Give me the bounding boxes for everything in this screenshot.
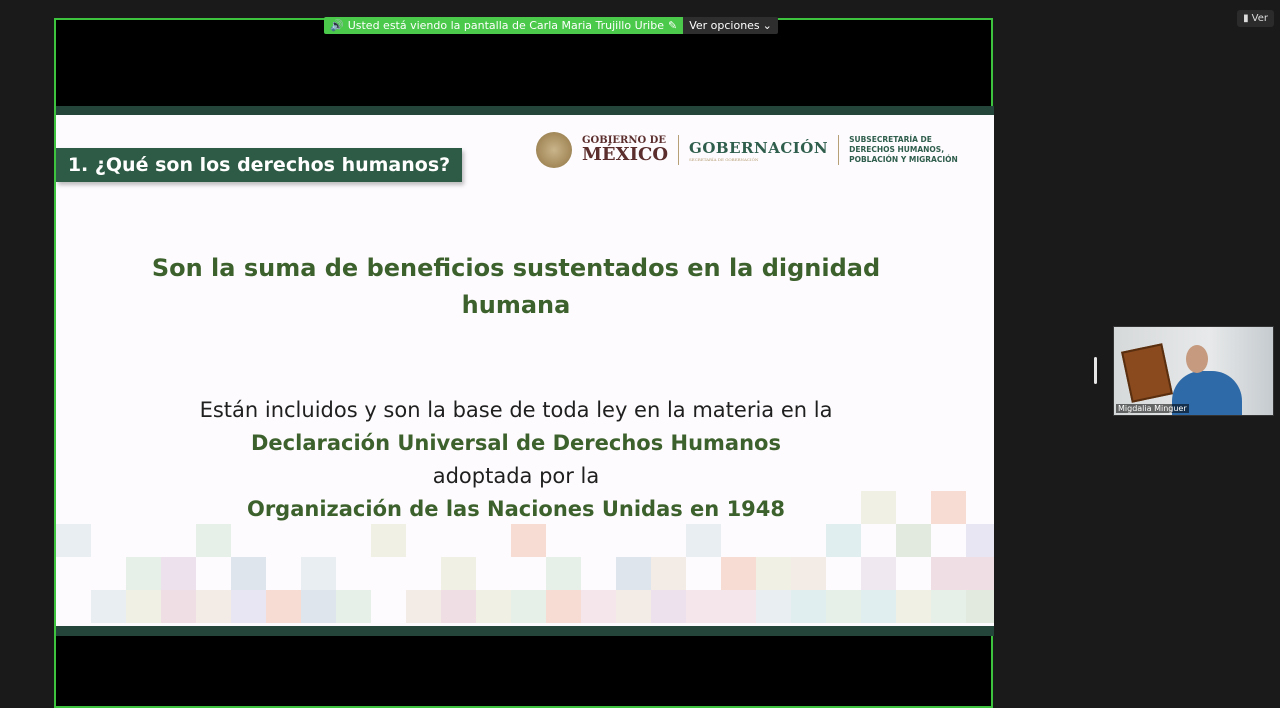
speaker-icon: 🔊 <box>330 19 344 32</box>
view-options-button[interactable]: Ver opciones ⌄ <box>683 17 778 34</box>
decorative-tile <box>126 590 161 623</box>
decorative-tile <box>56 524 91 557</box>
decorative-tile <box>721 590 756 623</box>
decorative-tile <box>616 557 651 590</box>
participant-name: Migdalia Minguer <box>1116 404 1189 413</box>
national-seal-icon <box>536 132 572 168</box>
decorative-tile <box>651 557 686 590</box>
decorative-tile <box>931 491 966 524</box>
subsec-line1: SUBSECRETARÍA DE <box>849 135 932 145</box>
decorative-tile <box>441 590 476 623</box>
view-button-label: Ver <box>1251 13 1268 24</box>
government-logos: GOBIERNO DE MÉXICO GOBERNACIÓN SECRETARÍ… <box>536 130 958 170</box>
decorative-tile <box>721 557 756 590</box>
share-notice: 🔊 Usted está viendo la pantalla de Carla… <box>324 17 684 34</box>
decorative-tile <box>791 590 826 623</box>
pin-icon: ✎ <box>667 19 678 32</box>
decorative-tile <box>406 590 441 623</box>
subsec-line3: POBLACIÓN Y MIGRACIÓN <box>849 154 958 164</box>
section-title: 1. ¿Qué son los derechos humanos? <box>56 148 462 182</box>
decorative-tile <box>861 557 896 590</box>
decorative-tile <box>441 557 476 590</box>
slide-headline: Son la suma de beneficios sustentados en… <box>116 250 916 324</box>
gob-line2: MÉXICO <box>582 144 669 165</box>
gobernacion-text: GOBERNACIÓN <box>689 138 829 157</box>
decorative-tile <box>791 557 826 590</box>
gobierno-de-mexico-logo: GOBIERNO DE MÉXICO <box>582 136 668 164</box>
decorative-tile <box>966 590 994 623</box>
view-layout-icon: ▮ <box>1243 13 1249 24</box>
decorative-tile <box>231 557 266 590</box>
gobernacion-logo: GOBERNACIÓN SECRETARÍA DE GOBERNACIÓN <box>689 139 828 162</box>
share-notice-text: Usted está viendo la pantalla de Carla M… <box>347 19 664 32</box>
gobernacion-sub: SECRETARÍA DE GOBERNACIÓN <box>689 156 759 162</box>
decorative-tile <box>896 590 931 623</box>
chevron-down-icon: ⌄ <box>762 19 772 32</box>
view-options-label: Ver opciones <box>689 19 760 32</box>
logo-divider <box>678 135 680 165</box>
decorative-tile <box>686 590 721 623</box>
decorative-tile <box>931 557 966 590</box>
decorative-tile <box>266 590 301 623</box>
participant-head <box>1186 345 1208 373</box>
decorative-tile <box>966 524 994 557</box>
decorative-tile <box>966 557 994 590</box>
screen-share-banner: 🔊 Usted está viendo la pantalla de Carla… <box>324 17 778 34</box>
decorative-tile <box>581 590 616 623</box>
decorative-tile <box>161 590 196 623</box>
slide-bottom-bar <box>56 626 994 636</box>
participant-video-tile[interactable]: Migdalia Minguer <box>1113 326 1274 416</box>
subsec-line2: DERECHOS HUMANOS, <box>849 145 945 155</box>
body-line3: adoptada por la <box>432 464 600 488</box>
decorative-tile <box>336 590 371 623</box>
decorative-tile <box>476 590 511 623</box>
presentation-slide: 1. ¿Qué son los derechos humanos? GOBIER… <box>56 106 994 636</box>
decorative-tile <box>511 590 546 623</box>
headline-line2: humana <box>461 291 571 319</box>
headline-line1: Son la suma de beneficios sustentados en… <box>151 254 881 282</box>
body-line2: Declaración Universal de Derechos Humano… <box>251 431 781 455</box>
decorative-tile <box>651 590 686 623</box>
decorative-tile-pattern <box>56 491 994 626</box>
decorative-tile <box>301 590 336 623</box>
logo-divider <box>838 135 840 165</box>
decorative-tile <box>861 590 896 623</box>
decorative-tile <box>126 557 161 590</box>
decorative-tile <box>546 590 581 623</box>
decorative-tile <box>826 590 861 623</box>
decorative-tile <box>91 590 126 623</box>
body-line1: Están incluidos y son la base de toda le… <box>199 398 833 422</box>
view-button[interactable]: ▮ Ver <box>1237 10 1274 27</box>
decorative-tile <box>616 590 651 623</box>
decorative-tile <box>301 557 336 590</box>
panel-resize-handle[interactable] <box>1094 357 1097 384</box>
slide-top-bar <box>56 106 994 115</box>
decorative-tile <box>896 524 931 557</box>
decorative-tile <box>231 590 266 623</box>
decorative-tile <box>511 524 546 557</box>
decorative-tile <box>826 524 861 557</box>
decorative-tile <box>861 491 896 524</box>
subsecretaria-logo: SUBSECRETARÍA DE DERECHOS HUMANOS, POBLA… <box>849 135 958 164</box>
decorative-tile <box>931 590 966 623</box>
decorative-tile <box>686 524 721 557</box>
decorative-tile <box>756 590 791 623</box>
decorative-tile <box>161 557 196 590</box>
decorative-tile <box>196 524 231 557</box>
decorative-tile <box>371 524 406 557</box>
decorative-tile <box>756 557 791 590</box>
decorative-tile <box>196 590 231 623</box>
decorative-tile <box>546 557 581 590</box>
